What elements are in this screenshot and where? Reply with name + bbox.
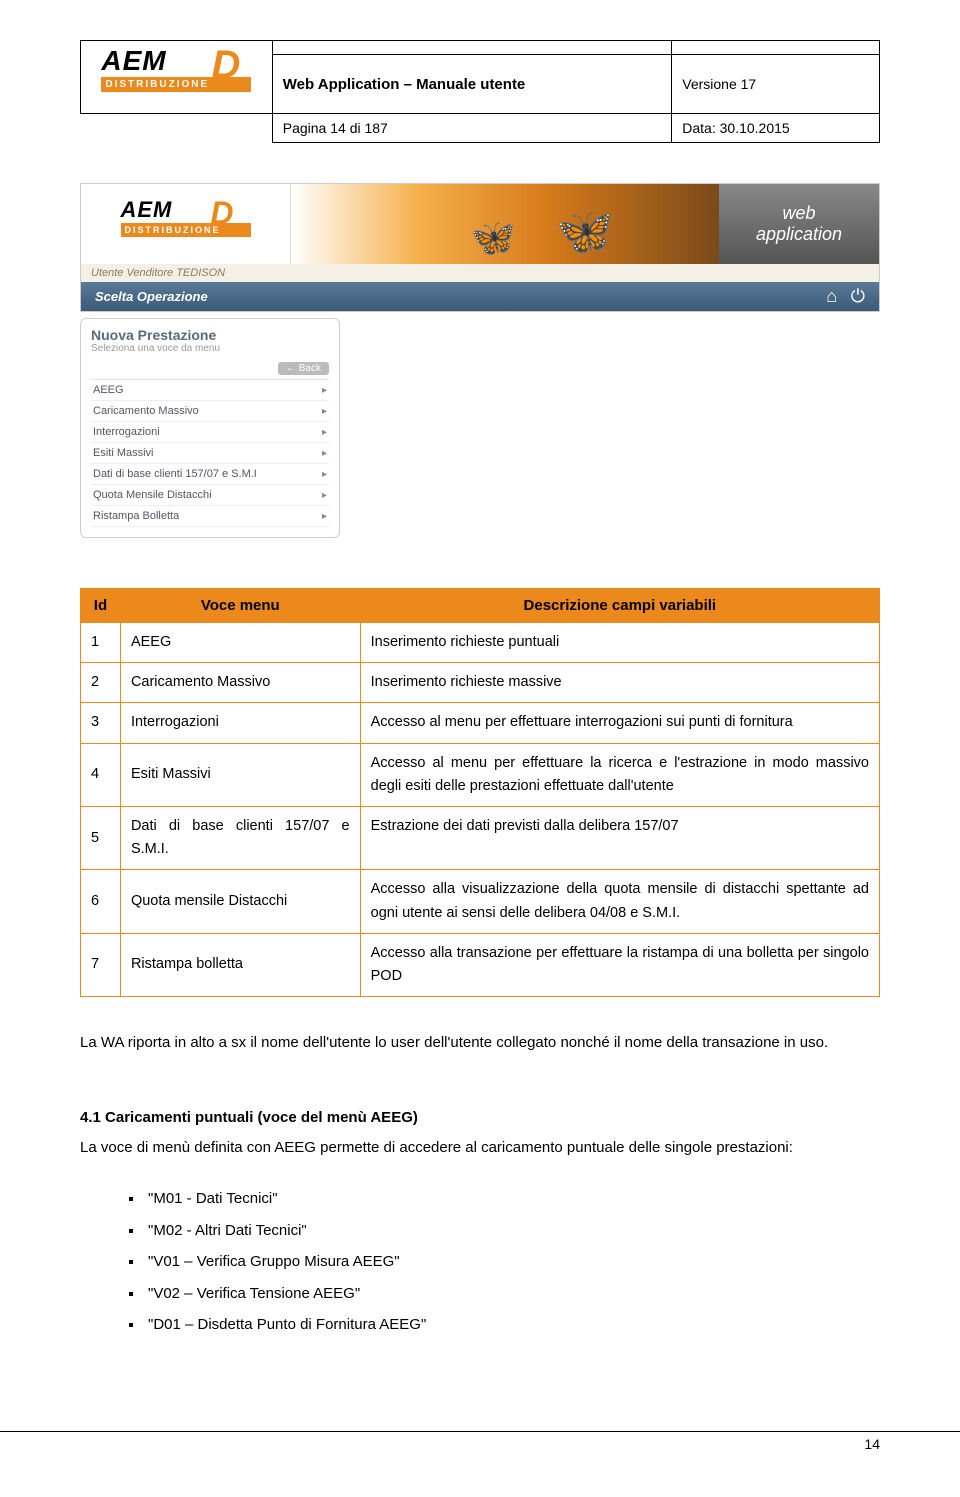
doc-version: Versione 17: [672, 55, 880, 114]
chevron-right-icon: ▸: [322, 469, 327, 480]
app-banner: AEM D DISTRIBUZIONE 🦋 🦋 web application …: [80, 183, 880, 312]
cell-voce: Interrogazioni: [120, 703, 360, 743]
sidebar-item[interactable]: AEEG ▸: [91, 380, 329, 401]
list-item: "M01 - Dati Tecnici": [144, 1183, 880, 1215]
list-item: "V01 – Verifica Gruppo Misura AEEG": [144, 1246, 880, 1278]
sidebar-item-label: Quota Mensile Distacchi: [93, 489, 212, 501]
table-row: 6Quota mensile DistacchiAccesso alla vis…: [81, 870, 880, 933]
table-row: 1AEEGInserimento richieste puntuali: [81, 623, 880, 663]
footer: 14: [0, 1431, 960, 1452]
butterfly-icon: 🦋: [471, 217, 516, 259]
banner-logo: AEM D DISTRIBUZIONE: [81, 184, 291, 264]
cell-id: 6: [81, 870, 121, 933]
banner-image: 🦋 🦋: [291, 184, 719, 264]
chevron-right-icon: ▸: [322, 406, 327, 417]
banner-user-line: Utente Venditore TEDISON: [81, 264, 879, 282]
cell-voce: Esiti Massivi: [120, 743, 360, 806]
sidebar-item[interactable]: Esiti Massivi ▸: [91, 443, 329, 464]
chevron-right-icon: ▸: [322, 511, 327, 522]
sidebar-title: Nuova Prestazione: [91, 327, 329, 343]
table-row: 7Ristampa bollettaAccesso alla transazio…: [81, 933, 880, 996]
chevron-right-icon: ▸: [322, 385, 327, 396]
logo-letter: D: [211, 45, 241, 85]
cell-id: 5: [81, 806, 121, 869]
th-id: Id: [81, 589, 121, 623]
logo-text: AEM: [101, 45, 166, 76]
cell-desc: Accesso al menu per effettuare la ricerc…: [360, 743, 879, 806]
section-title: 4.1 Caricamenti puntuali (voce del menù …: [80, 1109, 880, 1126]
cell-desc: Accesso alla transazione per effettuare …: [360, 933, 879, 996]
banner-app-label-1: web: [782, 203, 815, 224]
header-blank-1: [272, 41, 672, 55]
chevron-right-icon: ▸: [322, 427, 327, 438]
cell-voce: Ristampa bolletta: [120, 933, 360, 996]
sidebar-item[interactable]: Caricamento Massivo ▸: [91, 401, 329, 422]
th-voce: Voce menu: [120, 589, 360, 623]
cell-desc: Estrazione dei dati previsti dalla delib…: [360, 806, 879, 869]
table-row: 2Caricamento MassivoInserimento richiest…: [81, 663, 880, 703]
cell-id: 2: [81, 663, 121, 703]
banner-bar: Scelta Operazione ⌂ ⏻: [81, 282, 879, 311]
chevron-right-icon: ▸: [322, 490, 327, 501]
sidebar-item[interactable]: Ristampa Bolletta ▸: [91, 506, 329, 527]
cell-id: 4: [81, 743, 121, 806]
sidebar-item-label: AEEG: [93, 384, 124, 396]
logo: AEM D DISTRIBUZIONE: [101, 47, 251, 107]
cell-id: 1: [81, 623, 121, 663]
back-button[interactable]: ← Back: [278, 362, 329, 375]
cell-id: 7: [81, 933, 121, 996]
table-row: 5Dati di base clienti 157/07 e S.M.I.Est…: [81, 806, 880, 869]
banner-app-label-2: application: [756, 224, 842, 245]
sidebar-item[interactable]: Interrogazioni ▸: [91, 422, 329, 443]
sidebar-item[interactable]: Dati di base clienti 157/07 e S.M.I ▸: [91, 464, 329, 485]
doc-page: Pagina 14 di 187: [272, 114, 672, 143]
doc-date: Data: 30.10.2015: [672, 114, 880, 143]
cell-desc: Accesso al menu per effettuare interroga…: [360, 703, 879, 743]
logo-cell: AEM D DISTRIBUZIONE: [81, 41, 273, 114]
cell-desc: Accesso alla visualizzazione della quota…: [360, 870, 879, 933]
list-item: "M02 - Altri Dati Tecnici": [144, 1215, 880, 1247]
cell-voce: Dati di base clienti 157/07 e S.M.I.: [120, 806, 360, 869]
sidebar-item-label: Ristampa Bolletta: [93, 510, 179, 522]
paragraph-1: La WA riporta in alto a sx il nome dell'…: [80, 1027, 880, 1059]
paragraph-2: La voce di menù definita con AEEG permet…: [80, 1132, 880, 1164]
sidebar-item[interactable]: Quota Mensile Distacchi ▸: [91, 485, 329, 506]
cell-voce: AEEG: [120, 623, 360, 663]
table-row: 4Esiti MassiviAccesso al menu per effett…: [81, 743, 880, 806]
banner-app-label: web application: [719, 184, 879, 264]
sidebar-item-label: Dati di base clienti 157/07 e S.M.I: [93, 468, 257, 480]
list-item: "D01 – Disdetta Punto di Fornitura AEEG": [144, 1309, 880, 1341]
banner-logo-text: AEM: [121, 197, 173, 222]
butterfly-icon: 🦋: [556, 204, 613, 259]
cell-voce: Caricamento Massivo: [120, 663, 360, 703]
sidebar: Nuova Prestazione Seleziona una voce da …: [80, 318, 340, 538]
footer-page-number: 14: [864, 1436, 880, 1452]
menu-description-table: Id Voce menu Descrizione campi variabili…: [80, 588, 880, 997]
sidebar-item-label: Interrogazioni: [93, 426, 160, 438]
chevron-right-icon: ▸: [322, 448, 327, 459]
th-desc: Descrizione campi variabili: [360, 589, 879, 623]
power-icon[interactable]: ⏻: [851, 286, 865, 306]
cell-voce: Quota mensile Distacchi: [120, 870, 360, 933]
cell-id: 3: [81, 703, 121, 743]
header-blank-2: [672, 41, 880, 55]
home-icon[interactable]: ⌂: [826, 286, 837, 306]
sidebar-subtitle: Seleziona una voce da menu: [91, 343, 329, 354]
cell-desc: Inserimento richieste massive: [360, 663, 879, 703]
sidebar-item-label: Caricamento Massivo: [93, 405, 199, 417]
doc-header: AEM D DISTRIBUZIONE Web Application – Ma…: [80, 40, 880, 143]
doc-title: Web Application – Manuale utente: [272, 55, 672, 114]
sidebar-item-label: Esiti Massivi: [93, 447, 154, 459]
bullet-list: "M01 - Dati Tecnici""M02 - Altri Dati Te…: [126, 1183, 880, 1341]
cell-desc: Inserimento richieste puntuali: [360, 623, 879, 663]
list-item: "V02 – Verifica Tensione AEEG": [144, 1278, 880, 1310]
breadcrumb: Scelta Operazione: [95, 289, 208, 304]
table-row: 3InterrogazioniAccesso al menu per effet…: [81, 703, 880, 743]
banner-logo-letter: D: [210, 197, 234, 229]
